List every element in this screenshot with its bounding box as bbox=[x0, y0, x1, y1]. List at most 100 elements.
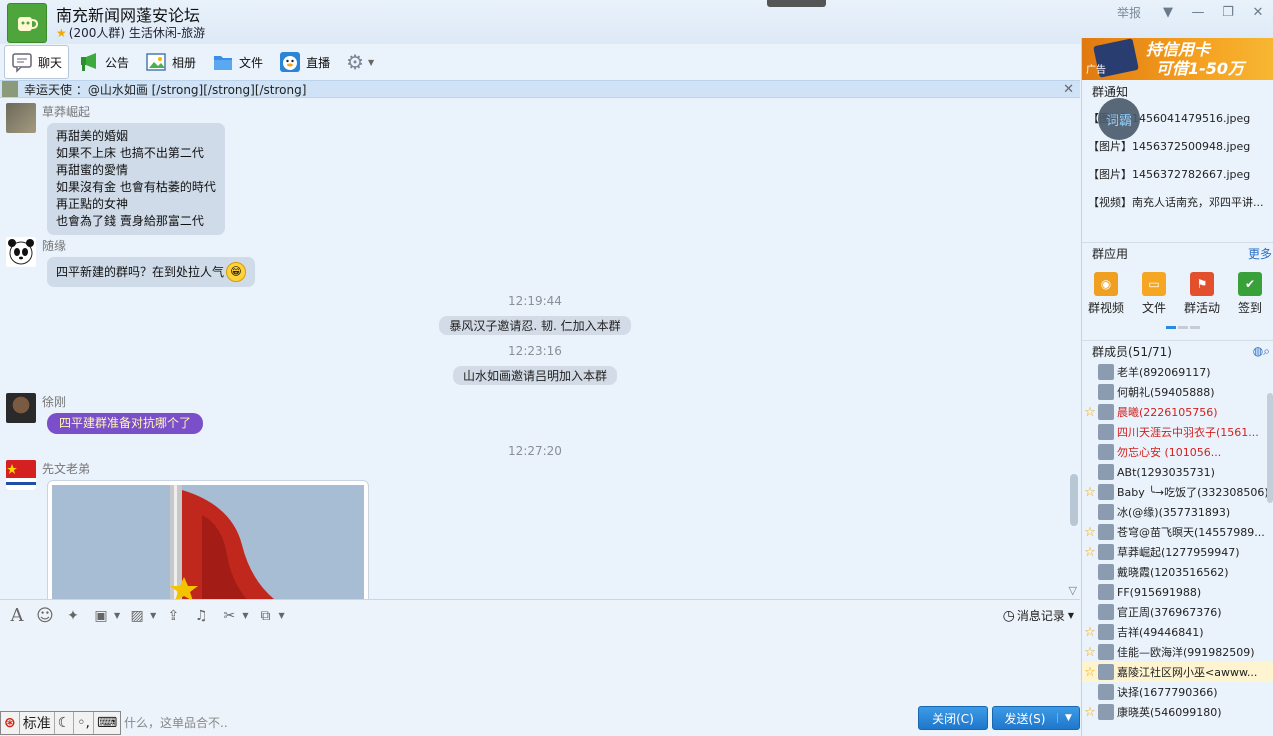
message-nick[interactable]: 先文老弟 bbox=[42, 460, 90, 477]
ime-mode[interactable]: 标准 bbox=[20, 712, 55, 734]
apps-more-link[interactable]: 更多 bbox=[1248, 245, 1272, 262]
app-files[interactable]: ▭ 文件 bbox=[1130, 272, 1178, 332]
member-item[interactable]: 何朝礼(59405888) bbox=[1082, 382, 1273, 402]
avatar[interactable] bbox=[1098, 684, 1114, 700]
tab-files[interactable]: 文件 bbox=[205, 45, 270, 79]
message-nick[interactable]: 徐刚 bbox=[42, 393, 66, 410]
app-group-activity[interactable]: ⚑ 群活动 bbox=[1178, 272, 1226, 332]
chat-scrollbar[interactable] bbox=[1070, 474, 1078, 526]
avatar[interactable] bbox=[1098, 364, 1114, 380]
avatar[interactable] bbox=[1098, 584, 1114, 600]
avatar[interactable] bbox=[1098, 544, 1114, 560]
screen-share-icon[interactable]: ⧉ bbox=[254, 605, 276, 627]
chat-message-list[interactable]: 草莽崛起 再甜美的婚姻 如果不上床 也搞不出第二代 再甜蜜的愛情 如果沒有金 也… bbox=[0, 99, 1080, 599]
avatar[interactable] bbox=[1098, 524, 1114, 540]
avatar[interactable] bbox=[1098, 664, 1114, 680]
scissors-icon[interactable]: ✂ bbox=[218, 605, 240, 627]
member-item[interactable]: 诀择(1677790366) bbox=[1082, 682, 1273, 702]
avatar[interactable] bbox=[6, 460, 36, 490]
avatar[interactable] bbox=[1098, 384, 1114, 400]
moon-icon[interactable]: ☾ bbox=[55, 712, 75, 734]
member-item[interactable]: ☆ Baby ╰→吃饭了(332308506) bbox=[1082, 482, 1273, 502]
notice-item[interactable]: 【视频】南充人话南充，邓四平讲... bbox=[1088, 194, 1272, 210]
notice-item[interactable]: 【图片】1456372782667.jpeg bbox=[1088, 166, 1250, 182]
member-item[interactable]: ☆ 苍穹@苗飞暝天(14557989... bbox=[1082, 522, 1273, 542]
magic-wand-icon[interactable]: ✦ bbox=[62, 605, 84, 627]
image-icon[interactable]: ▨ bbox=[126, 605, 148, 627]
member-item[interactable]: 冰(@缘)(357731893) bbox=[1082, 502, 1273, 522]
ime-logo-icon[interactable]: ⊛ bbox=[1, 712, 20, 734]
member-item[interactable]: ABt(1293035731) bbox=[1082, 462, 1273, 482]
settings-menu-button[interactable]: ⚙ ▼ bbox=[339, 45, 381, 79]
member-item[interactable]: 老羊(892069117) bbox=[1082, 362, 1273, 382]
tab-chat[interactable]: 聊天 bbox=[4, 45, 70, 79]
chevron-down-icon[interactable]: ▽ bbox=[1069, 584, 1077, 597]
chevron-down-icon[interactable]: ▼ bbox=[114, 611, 120, 620]
tab-live[interactable]: 直播 bbox=[272, 45, 337, 79]
announcement-bar[interactable]: 幸运天使 ：@山水如画 [/strong][/strong][/strong] … bbox=[0, 80, 1080, 98]
app-group-video[interactable]: ◉ 群视频 bbox=[1082, 272, 1130, 332]
drag-handle[interactable] bbox=[767, 0, 826, 7]
avatar[interactable] bbox=[1098, 464, 1114, 480]
avatar[interactable] bbox=[6, 237, 36, 267]
message-nick[interactable]: 草莽崛起 bbox=[42, 103, 90, 120]
member-item[interactable]: ☆ 草莽崛起(1277959947) bbox=[1082, 542, 1273, 562]
gift-icon[interactable]: ▣ bbox=[90, 605, 112, 627]
member-item[interactable]: 戴晓霞(1203516562) bbox=[1082, 562, 1273, 582]
avatar[interactable] bbox=[1098, 624, 1114, 640]
close-icon[interactable]: ✕ bbox=[1243, 0, 1273, 24]
message-history-button[interactable]: ◷ 消息记录 ▼ bbox=[1003, 607, 1074, 624]
keyboard-icon[interactable]: ⌨ bbox=[94, 712, 120, 734]
chevron-down-icon[interactable]: ▼ bbox=[1057, 713, 1079, 723]
message-input[interactable]: 什么，这单品合不.. ⊛ 标准 ☾ ◦, ⌨ 关闭(C) 发送(S) ▼ bbox=[0, 631, 1080, 736]
chat-search-icons[interactable]: ◍⌕ bbox=[1253, 344, 1270, 359]
chevron-down-icon[interactable]: ▼ bbox=[1153, 0, 1183, 24]
avatar[interactable] bbox=[1098, 484, 1114, 500]
member-item[interactable]: ☆ 晨曦(2226105756) bbox=[1082, 402, 1273, 422]
chevron-down-icon[interactable]: ▼ bbox=[278, 611, 284, 620]
member-item[interactable]: FF(915691988) bbox=[1082, 582, 1273, 602]
avatar[interactable] bbox=[1098, 644, 1114, 660]
font-icon[interactable]: A bbox=[6, 605, 28, 627]
member-item[interactable]: ☆ 吉祥(49446841) bbox=[1082, 622, 1273, 642]
chevron-down-icon[interactable]: ▼ bbox=[150, 611, 156, 620]
ad-banner[interactable]: 广告 持信用卡 可借1-50万 bbox=[1082, 38, 1273, 80]
minimize-icon[interactable]: — bbox=[1183, 0, 1213, 24]
punctuation-icon[interactable]: ◦, bbox=[74, 712, 95, 734]
member-list-scrollbar[interactable] bbox=[1267, 393, 1273, 503]
notice-item[interactable]: 【图片】1456372500948.jpeg bbox=[1088, 138, 1250, 154]
ime-toolbar[interactable]: ⊛ 标准 ☾ ◦, ⌨ bbox=[0, 711, 122, 735]
tab-announcement[interactable]: 公告 bbox=[71, 45, 136, 79]
group-avatar[interactable] bbox=[7, 3, 47, 43]
tab-album[interactable]: 相册 bbox=[138, 45, 203, 79]
emoji-icon[interactable]: ☺ bbox=[34, 605, 56, 627]
avatar[interactable] bbox=[1098, 404, 1114, 420]
close-icon[interactable]: ✕ bbox=[1063, 82, 1074, 97]
send-button[interactable]: 发送(S) ▼ bbox=[992, 706, 1080, 730]
avatar[interactable] bbox=[6, 393, 36, 423]
avatar[interactable] bbox=[1098, 564, 1114, 580]
member-item[interactable]: ☆ 佳能—欧海洋(991982509) bbox=[1082, 642, 1273, 662]
member-item[interactable]: ☆ 嘉陵江社区网小巫<awww... bbox=[1082, 662, 1273, 682]
maximize-icon[interactable]: ❐ bbox=[1213, 0, 1243, 24]
app-pager[interactable] bbox=[1166, 326, 1200, 329]
avatar[interactable] bbox=[1098, 504, 1114, 520]
group-title[interactable]: 南充新闻网蓬安论坛 bbox=[56, 2, 200, 26]
avatar[interactable] bbox=[1098, 424, 1114, 440]
avatar[interactable] bbox=[1098, 604, 1114, 620]
member-item[interactable]: 官正周(376967376) bbox=[1082, 602, 1273, 622]
member-item[interactable]: 四川天涯云中羽衣子(1561... bbox=[1082, 422, 1273, 442]
message-image[interactable] bbox=[47, 480, 369, 599]
member-item[interactable]: ☆ 康晓英(546099180) bbox=[1082, 702, 1273, 722]
avatar[interactable] bbox=[1098, 704, 1114, 720]
avatar[interactable] bbox=[6, 103, 36, 133]
app-check-in[interactable]: ✔ 签到 bbox=[1226, 272, 1273, 332]
close-button[interactable]: 关闭(C) bbox=[918, 706, 988, 730]
member-item[interactable]: 勿忘心安 (101056... bbox=[1082, 442, 1273, 462]
avatar[interactable] bbox=[1098, 444, 1114, 460]
message-nick[interactable]: 随缘 bbox=[42, 237, 66, 254]
report-button[interactable]: 举报 bbox=[1117, 4, 1141, 21]
dictionary-float-button[interactable]: 词霸 bbox=[1098, 98, 1140, 140]
chevron-down-icon[interactable]: ▼ bbox=[242, 611, 248, 620]
music-icon[interactable]: ♫ bbox=[190, 605, 212, 627]
